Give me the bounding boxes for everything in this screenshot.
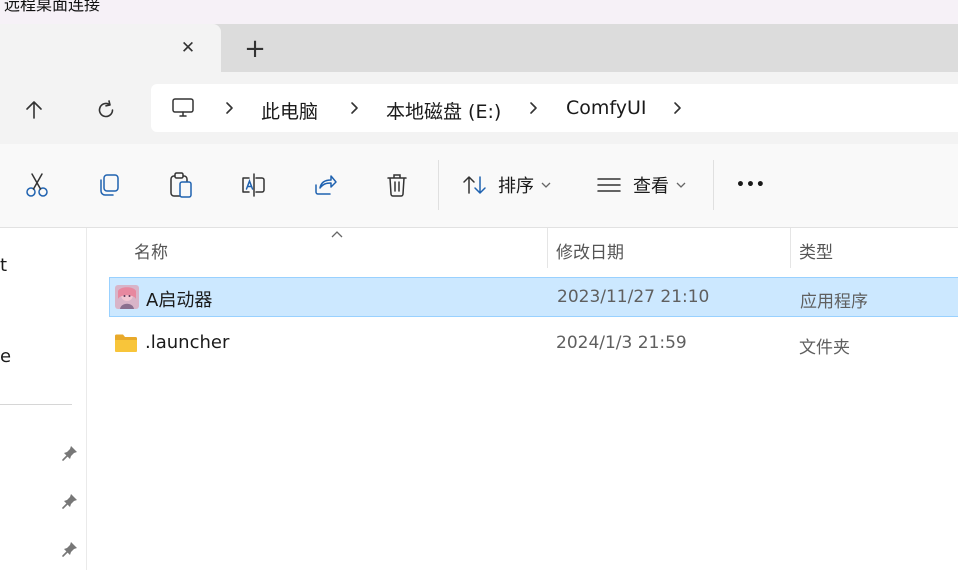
- table-row[interactable]: .launcher 2024/1/3 21:59 文件夹: [109, 324, 958, 364]
- rename-button[interactable]: [238, 170, 268, 200]
- breadcrumb-comfyui[interactable]: ComfyUI: [566, 97, 647, 119]
- chevron-right-icon[interactable]: [224, 101, 236, 115]
- toolbar-separator: [438, 160, 439, 210]
- delete-button[interactable]: [382, 170, 412, 200]
- file-name: A启动器: [146, 290, 213, 311]
- up-button[interactable]: [18, 94, 50, 126]
- nav-pane-divider: [0, 404, 72, 405]
- paste-icon: [170, 172, 192, 198]
- computer-icon: [172, 98, 194, 117]
- sort-icon: [463, 176, 486, 194]
- cut-button[interactable]: [22, 170, 52, 200]
- sort-ascending-icon: [331, 231, 343, 238]
- more-options-button[interactable]: •••: [736, 170, 766, 200]
- sort-label: 排序: [498, 176, 534, 197]
- chevron-right-icon[interactable]: [528, 101, 540, 115]
- table-row[interactable]: A启动器 2023/11/27 21:10 应用程序: [109, 277, 958, 317]
- chevron-right-icon[interactable]: [349, 101, 361, 115]
- navigation-pane: t e: [0, 228, 87, 570]
- new-tab-button[interactable]: +: [241, 36, 269, 62]
- plus-icon: +: [244, 34, 266, 64]
- chevron-right-icon[interactable]: [672, 101, 684, 115]
- address-bar[interactable]: 此电脑 本地磁盘 (E:) ComfyUI: [151, 84, 958, 132]
- refresh-button[interactable]: [90, 94, 122, 126]
- remote-desktop-title-bar: 远程桌面连接: [0, 0, 958, 24]
- file-modified: 2024/1/3 21:59: [556, 333, 687, 353]
- folder-icon: [115, 334, 137, 352]
- navigation-bar: 此电脑 本地磁盘 (E:) ComfyUI: [0, 72, 958, 144]
- nav-pane-text-fragment[interactable]: e: [0, 346, 11, 367]
- view-label: 查看: [633, 176, 669, 197]
- paste-button[interactable]: [166, 170, 196, 200]
- close-tab-button[interactable]: ✕: [176, 36, 200, 60]
- column-header-name[interactable]: 名称: [134, 238, 168, 263]
- column-header-type[interactable]: 类型: [799, 238, 833, 263]
- tab-strip: ✕ +: [0, 24, 958, 72]
- column-separator[interactable]: [547, 228, 548, 268]
- view-button[interactable]: 查看: [597, 170, 687, 200]
- close-icon: ✕: [180, 38, 196, 58]
- file-type: 应用程序: [800, 292, 868, 312]
- command-bar: 排序 查看 •••: [0, 144, 958, 228]
- pin-icon[interactable]: [61, 492, 79, 510]
- file-list: 名称 修改日期 类型 A启动器 2023/11/27 21:10 应用程序 .l…: [87, 228, 958, 570]
- copy-icon: [100, 174, 119, 196]
- chevron-down-icon: [676, 182, 686, 188]
- file-modified: 2023/11/27 21:10: [557, 287, 710, 307]
- file-name: .launcher: [145, 332, 230, 353]
- app-icon: [115, 285, 139, 309]
- nav-pane-text-fragment[interactable]: t: [0, 255, 7, 276]
- delete-icon: [387, 174, 407, 197]
- pin-icon[interactable]: [61, 540, 79, 558]
- refresh-icon: [98, 100, 114, 118]
- view-icon: [597, 178, 621, 192]
- up-arrow-icon: [26, 101, 42, 119]
- chevron-down-icon: [541, 182, 551, 188]
- toolbar-separator: [713, 160, 714, 210]
- column-header-modified[interactable]: 修改日期: [556, 238, 624, 263]
- file-type: 文件夹: [799, 338, 850, 358]
- rename-icon: [242, 173, 265, 197]
- column-separator[interactable]: [790, 228, 791, 268]
- more-icon: •••: [736, 177, 766, 193]
- copy-button[interactable]: [94, 170, 124, 200]
- share-icon: [315, 175, 337, 195]
- cut-icon: [26, 173, 48, 197]
- breadcrumb-this-pc[interactable]: 此电脑: [261, 97, 318, 124]
- pin-icon[interactable]: [61, 444, 79, 462]
- sort-button[interactable]: 排序: [462, 170, 552, 200]
- breadcrumb-local-disk[interactable]: 本地磁盘 (E:): [386, 97, 501, 124]
- tab-active[interactable]: ✕: [0, 24, 221, 72]
- share-button[interactable]: [310, 170, 340, 200]
- window-title: 远程桌面连接: [4, 0, 101, 14]
